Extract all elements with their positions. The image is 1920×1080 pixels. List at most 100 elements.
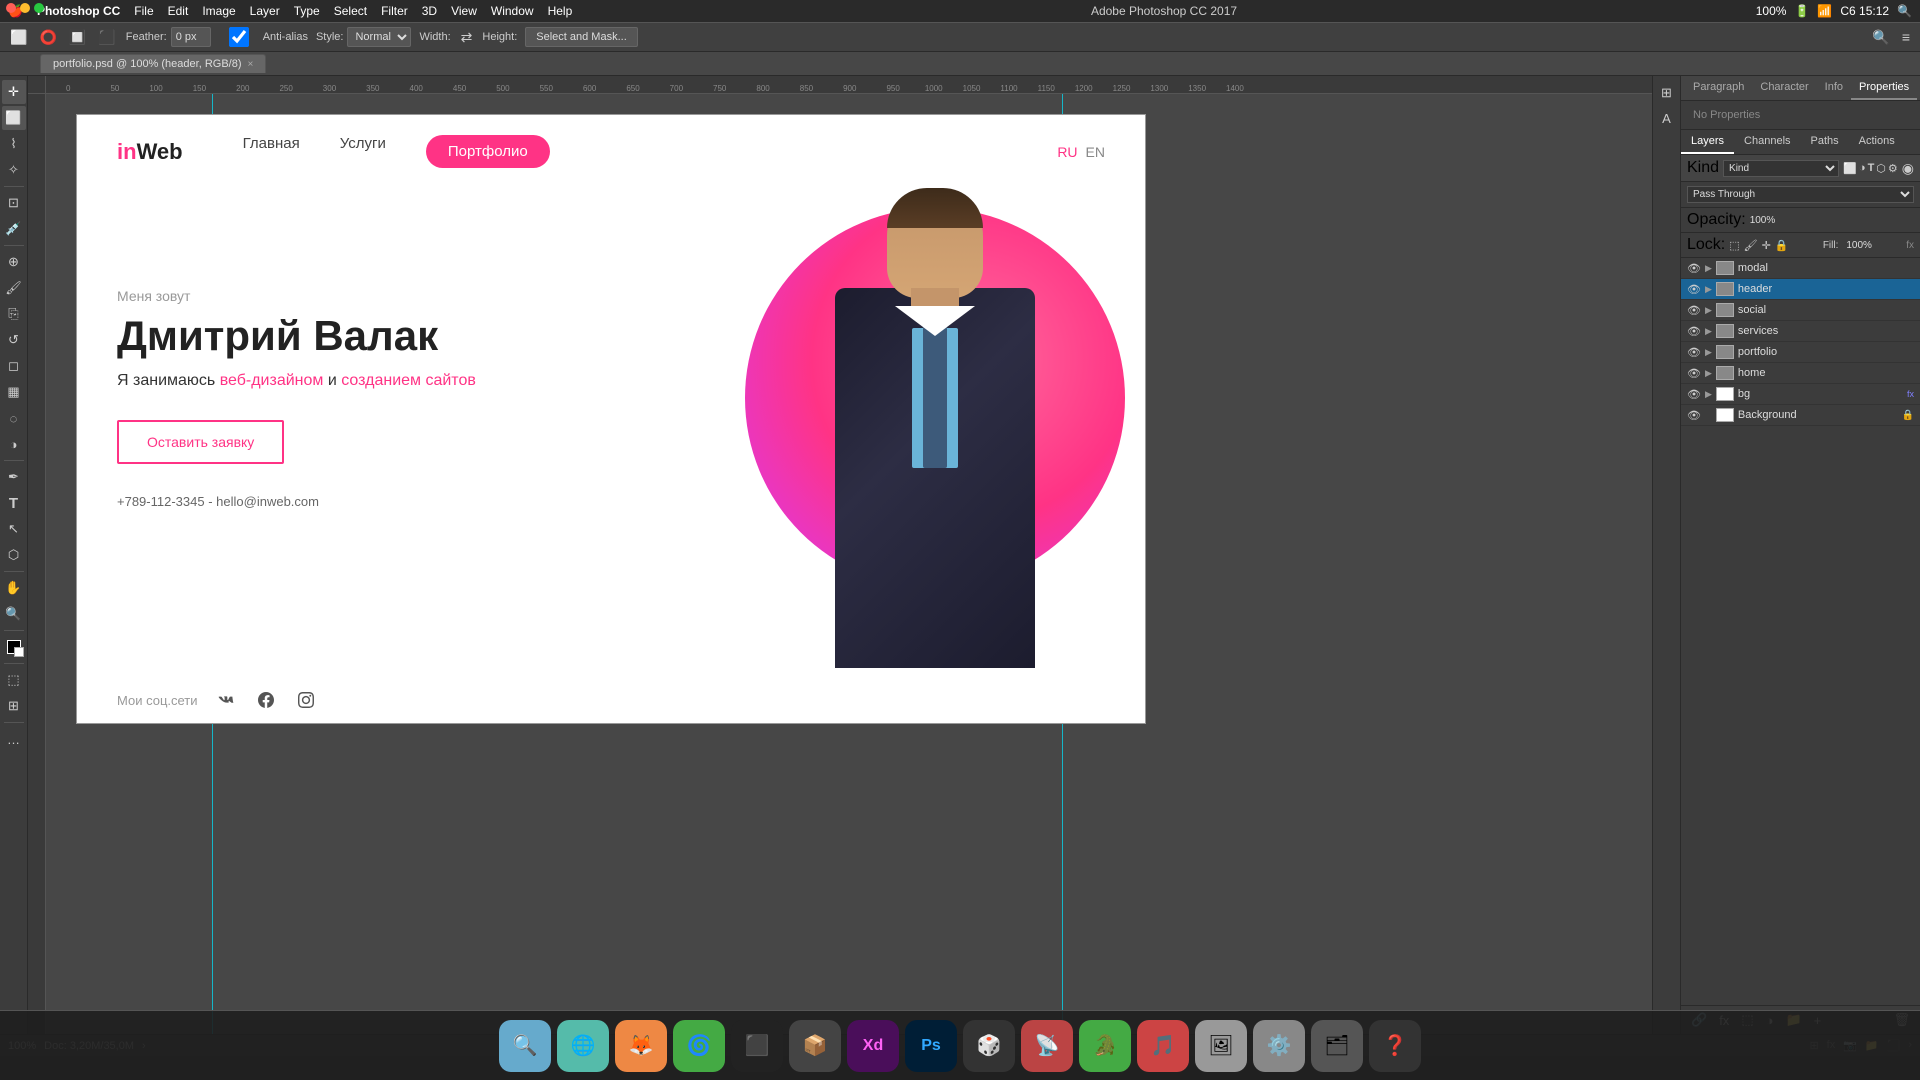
nav-services[interactable]: Услуги bbox=[340, 135, 386, 168]
layer-portfolio-eye[interactable]: 👁 bbox=[1687, 346, 1701, 359]
brush-tool[interactable]: 🖌 bbox=[2, 276, 26, 300]
dock-photoshop[interactable]: Ps bbox=[905, 1020, 957, 1072]
layer-home-eye[interactable]: 👁 bbox=[1687, 367, 1701, 380]
hero-cta-button[interactable]: Оставить заявку bbox=[117, 420, 284, 464]
panel-type-icon[interactable]: A bbox=[1659, 108, 1674, 129]
extras-tool[interactable]: … bbox=[2, 727, 26, 751]
blur-tool[interactable]: ◌ bbox=[2, 406, 26, 430]
layer-home[interactable]: 👁 ▶ home bbox=[1681, 363, 1920, 384]
menu-window[interactable]: Window bbox=[491, 4, 534, 18]
nav-home[interactable]: Главная bbox=[243, 135, 300, 168]
lock-position-icon[interactable]: ✛ bbox=[1762, 239, 1771, 252]
panel-layout-icon[interactable]: ⊞ bbox=[1658, 82, 1675, 104]
menu-view[interactable]: View bbox=[451, 4, 477, 18]
tab-character[interactable]: Character bbox=[1752, 76, 1816, 100]
shape-tool[interactable]: ⬡ bbox=[2, 543, 26, 567]
layer-filter-select[interactable]: Kind bbox=[1723, 160, 1839, 177]
layer-bg[interactable]: 👁 ▶ bg fx bbox=[1681, 384, 1920, 405]
layer-social-expand[interactable]: ▶ bbox=[1705, 305, 1712, 316]
layer-background-eye[interactable]: 👁 bbox=[1687, 409, 1701, 422]
crop-tool[interactable]: ⊡ bbox=[2, 191, 26, 215]
layer-filter-toggle[interactable]: ◉ bbox=[1902, 160, 1914, 177]
dock-finder[interactable]: 🔍 bbox=[499, 1020, 551, 1072]
dock-system-prefs[interactable]: ⚙️ bbox=[1253, 1020, 1305, 1072]
dock-photos[interactable]: 🖼 bbox=[1195, 1020, 1247, 1072]
opacity-value[interactable]: 100% bbox=[1750, 215, 1914, 226]
canvas-area[interactable]: 0 50 100 150 200 250 300 350 400 450 500… bbox=[28, 76, 1652, 1034]
screen-mode[interactable]: ⊞ bbox=[2, 694, 26, 718]
search-ps-icon[interactable]: 🔍 bbox=[1870, 27, 1891, 48]
layer-home-expand[interactable]: ▶ bbox=[1705, 368, 1712, 379]
dock-chrome[interactable]: 🌀 bbox=[673, 1020, 725, 1072]
vk-icon[interactable] bbox=[214, 688, 238, 712]
lock-transparent-icon[interactable]: ⬚ bbox=[1729, 239, 1739, 252]
layer-bg-eye[interactable]: 👁 bbox=[1687, 388, 1701, 401]
dock-terminal[interactable]: ⬛ bbox=[731, 1020, 783, 1072]
swap-icon[interactable]: ⇄ bbox=[459, 27, 475, 48]
dock-app3[interactable]: 🐊 bbox=[1079, 1020, 1131, 1072]
clone-tool[interactable]: ⎘ bbox=[2, 302, 26, 326]
layer-services-expand[interactable]: ▶ bbox=[1705, 326, 1712, 337]
zoom-tool[interactable]: 🔍 bbox=[2, 602, 26, 626]
blend-mode-select[interactable]: Pass Through bbox=[1687, 186, 1914, 203]
lock-pixels-icon[interactable]: 🖌 bbox=[1744, 239, 1758, 252]
canvas-viewport[interactable]: inWeb Главная Услуги Портфолио RU EN bbox=[46, 94, 1652, 1034]
document-tab[interactable]: portfolio.psd @ 100% (header, RGB/8) × bbox=[40, 54, 266, 73]
history-brush-tool[interactable]: ↺ bbox=[2, 328, 26, 352]
menu-select[interactable]: Select bbox=[334, 4, 367, 18]
dock-app1[interactable]: 📦 bbox=[789, 1020, 841, 1072]
path-selection-tool[interactable]: ↖ bbox=[2, 517, 26, 541]
dock-firefox[interactable]: 🦊 bbox=[615, 1020, 667, 1072]
eraser-tool[interactable]: ◻ bbox=[2, 354, 26, 378]
dock-app5[interactable]: ❓ bbox=[1369, 1020, 1421, 1072]
marquee-tool[interactable]: ⬜ bbox=[2, 106, 26, 130]
sort-icon[interactable]: ≡ bbox=[1900, 27, 1912, 47]
layer-background[interactable]: 👁 ▶ Background 🔒 bbox=[1681, 405, 1920, 426]
menu-filter[interactable]: Filter bbox=[381, 4, 408, 18]
menu-layer[interactable]: Layer bbox=[250, 4, 280, 18]
fill-value[interactable]: 100% bbox=[1846, 240, 1872, 251]
lasso-tool[interactable]: ⌇ bbox=[2, 132, 26, 156]
tab-info[interactable]: Info bbox=[1817, 76, 1851, 100]
select-mask-button[interactable]: Select and Mask... bbox=[525, 27, 638, 47]
tab-close-button[interactable]: × bbox=[248, 59, 254, 70]
dock-app2[interactable]: 🎲 bbox=[963, 1020, 1015, 1072]
menu-image[interactable]: Image bbox=[202, 4, 235, 18]
feather-input[interactable] bbox=[171, 27, 211, 47]
tab-paths[interactable]: Paths bbox=[1801, 130, 1849, 154]
lang-en[interactable]: EN bbox=[1086, 144, 1105, 160]
shape-filter-icon[interactable]: ⬡ bbox=[1876, 162, 1886, 175]
magic-wand-tool[interactable]: ✧ bbox=[2, 158, 26, 182]
smart-filter-icon[interactable]: ⚙ bbox=[1888, 162, 1898, 175]
move-tool[interactable]: ✛ bbox=[2, 80, 26, 104]
menu-3d[interactable]: 3D bbox=[422, 4, 437, 18]
menu-type[interactable]: Type bbox=[294, 4, 320, 18]
pen-tool[interactable]: ✒ bbox=[2, 465, 26, 489]
lock-all-icon[interactable]: 🔒 bbox=[1775, 239, 1789, 252]
search-icon[interactable]: 🔍 bbox=[1897, 4, 1912, 18]
layer-services-eye[interactable]: 👁 bbox=[1687, 325, 1701, 338]
tab-actions[interactable]: Actions bbox=[1849, 130, 1905, 154]
menu-edit[interactable]: Edit bbox=[168, 4, 189, 18]
layer-portfolio[interactable]: 👁 ▶ portfolio bbox=[1681, 342, 1920, 363]
tab-layers[interactable]: Layers bbox=[1681, 130, 1734, 154]
dock-safari[interactable]: 🌐 bbox=[557, 1020, 609, 1072]
layer-social-eye[interactable]: 👁 bbox=[1687, 304, 1701, 317]
style-select[interactable]: Normal bbox=[347, 27, 411, 47]
tab-channels[interactable]: Channels bbox=[1734, 130, 1800, 154]
facebook-icon[interactable] bbox=[254, 688, 278, 712]
antialias-checkbox[interactable] bbox=[219, 27, 259, 47]
layer-portfolio-expand[interactable]: ▶ bbox=[1705, 347, 1712, 358]
eyedropper-tool[interactable]: 💉 bbox=[2, 217, 26, 241]
layer-header-expand[interactable]: ▶ bbox=[1705, 284, 1712, 295]
mask-mode[interactable]: ⬚ bbox=[2, 668, 26, 692]
layer-modal-expand[interactable]: ▶ bbox=[1705, 263, 1712, 274]
dodge-tool[interactable]: ◑ bbox=[2, 432, 26, 456]
layer-modal-eye[interactable]: 👁 bbox=[1687, 262, 1701, 275]
type-tool[interactable]: T bbox=[2, 491, 26, 515]
spot-heal-tool[interactable]: ⊕ bbox=[2, 250, 26, 274]
tab-paragraph[interactable]: Paragraph bbox=[1685, 76, 1752, 100]
layer-header-eye[interactable]: 👁 bbox=[1687, 283, 1701, 296]
pixel-filter-icon[interactable]: ⬜ bbox=[1843, 162, 1857, 175]
dock-app4[interactable]: 🗂 bbox=[1311, 1020, 1363, 1072]
